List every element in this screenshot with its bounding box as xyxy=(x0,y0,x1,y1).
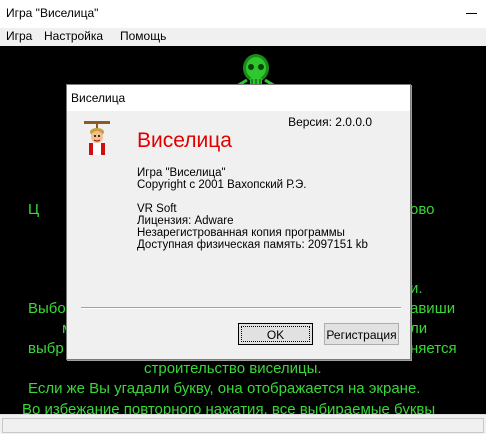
game-name: Игра "Виселица" xyxy=(137,167,226,179)
ok-button[interactable]: OK xyxy=(238,323,313,345)
dialog-title: Виселица xyxy=(71,91,126,105)
window-titlebar: Игра "Виселица" xyxy=(0,0,486,28)
window-title: Игра "Виселица" xyxy=(6,6,99,20)
menu-game[interactable]: Игра xyxy=(4,29,34,43)
bg-text: авиши xyxy=(410,300,456,317)
status-bar xyxy=(0,414,486,434)
bg-text: выбр xyxy=(28,340,64,357)
bg-text: ово xyxy=(410,201,435,218)
hanged-man-icon xyxy=(84,121,110,155)
separator xyxy=(81,307,401,309)
bg-text: строительство виселицы. xyxy=(144,360,322,377)
about-dialog: Виселица Версия: 2.0.0.0 Виселица Игра "… xyxy=(66,84,411,360)
menu-bar: Игра Настройка Помощь xyxy=(0,28,486,46)
dialog-titlebar: Виселица xyxy=(67,85,410,111)
memory-info: Доступная физическая память: 2097151 kb xyxy=(137,239,368,251)
copyright: Copyright с 2001 Вахопский Р.Э. xyxy=(137,179,307,191)
app-name: Виселица xyxy=(137,129,232,152)
menu-settings[interactable]: Настройка xyxy=(42,29,105,43)
bg-text: ли xyxy=(410,320,428,337)
bg-text: Выбо xyxy=(28,300,66,317)
minimize-button[interactable] xyxy=(458,0,486,28)
bg-text: Ц xyxy=(28,201,40,218)
register-button[interactable]: Регистрация xyxy=(324,323,399,345)
bg-text: Если же Вы угадали букву, она отображает… xyxy=(28,380,421,397)
company: VR Soft xyxy=(137,203,177,215)
license: Лицензия: Adware xyxy=(137,215,234,227)
version-label: Версия: 2.0.0.0 xyxy=(288,115,372,129)
dialog-body: Версия: 2.0.0.0 Виселица Игра "Виселица"… xyxy=(67,111,410,359)
unregistered-notice: Незарегистрованная копия программы xyxy=(137,227,345,239)
register-label: Регистрация xyxy=(326,328,397,342)
bg-text: и. xyxy=(410,280,423,297)
focus-rect xyxy=(241,326,310,342)
menu-help[interactable]: Помощь xyxy=(118,29,168,43)
bg-text: няется xyxy=(410,340,457,357)
status-panel xyxy=(2,418,484,433)
bg-text: Во избежание повторного нажатия, все выб… xyxy=(22,401,436,414)
